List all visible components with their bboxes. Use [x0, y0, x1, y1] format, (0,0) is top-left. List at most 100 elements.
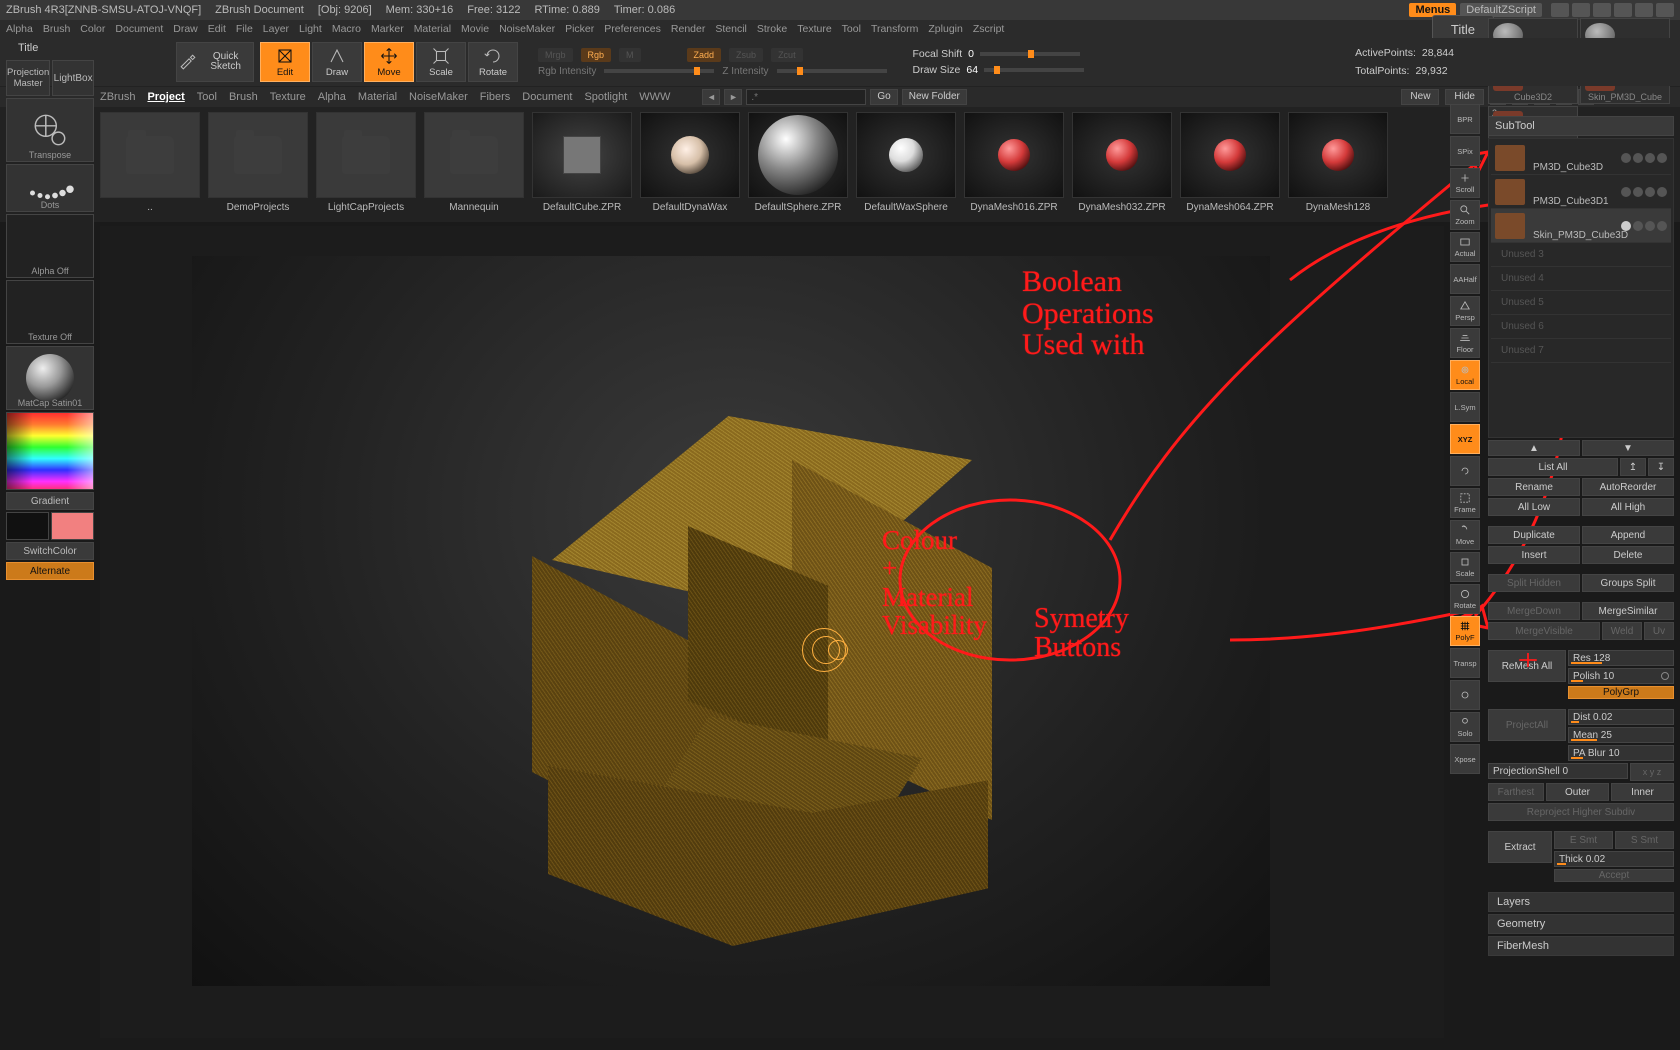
rgb-intensity-slider[interactable]: [604, 69, 714, 73]
rgb-toggle[interactable]: Rgb: [581, 48, 612, 62]
list-all-button[interactable]: List All: [1488, 458, 1618, 476]
nav-spotlight[interactable]: Spotlight: [584, 91, 627, 103]
menu-stroke[interactable]: Stroke: [757, 23, 787, 35]
color-picker[interactable]: [6, 412, 94, 490]
thumb-mannequin[interactable]: Mannequin: [424, 112, 524, 213]
zcut-toggle[interactable]: Zcut: [771, 48, 803, 62]
maximize-icon[interactable]: [1635, 3, 1653, 17]
nav-project[interactable]: Project: [147, 91, 184, 103]
mergesimilar-button[interactable]: MergeSimilar: [1582, 602, 1674, 620]
autoreorder-button[interactable]: AutoReorder: [1582, 478, 1674, 496]
move-mode-button[interactable]: Move: [364, 42, 414, 82]
rotate-mode-button[interactable]: Rotate: [468, 42, 518, 82]
menu-stencil[interactable]: Stencil: [715, 23, 747, 35]
boolean-int-icon[interactable]: [1657, 153, 1667, 163]
polyframe-button[interactable]: PolyF: [1450, 616, 1480, 646]
menu-brush[interactable]: Brush: [43, 23, 70, 35]
texture-tile[interactable]: Texture Off: [6, 280, 94, 344]
menu-zscript[interactable]: Zscript: [973, 23, 1005, 35]
nav-noisemaker[interactable]: NoiseMaker: [409, 91, 468, 103]
mean-slider[interactable]: Mean 25: [1568, 727, 1674, 743]
menu-preferences[interactable]: Preferences: [604, 23, 661, 35]
m-toggle[interactable]: M: [619, 48, 641, 62]
projection-master-button[interactable]: Projection Master: [6, 60, 50, 96]
lightbox-search-input[interactable]: [746, 89, 866, 105]
menu-color[interactable]: Color: [80, 23, 105, 35]
material-tile[interactable]: MatCap Satin01: [6, 346, 94, 410]
visibility-icon[interactable]: [1621, 221, 1631, 231]
new-folder-button[interactable]: New Folder: [902, 89, 967, 105]
thumb-up[interactable]: ..: [100, 112, 200, 213]
weld-button[interactable]: Weld: [1602, 622, 1642, 640]
menu-render[interactable]: Render: [671, 23, 705, 35]
scroll-button[interactable]: Scroll: [1450, 168, 1480, 198]
spix-button[interactable]: SPix: [1450, 136, 1480, 166]
boolean-add-icon[interactable]: [1633, 187, 1643, 197]
insert-button[interactable]: Insert: [1488, 546, 1580, 564]
e-smt-button[interactable]: E Smt: [1554, 831, 1613, 849]
collapse-icon[interactable]: [1593, 3, 1611, 17]
reproject-button[interactable]: Reproject Higher Subdiv: [1488, 803, 1674, 821]
draw-size-slider[interactable]: [984, 68, 1084, 72]
menu-transform[interactable]: Transform: [871, 23, 918, 35]
menu-zplugin[interactable]: Zplugin: [928, 23, 962, 35]
minimize-icon[interactable]: [1614, 3, 1632, 17]
actual-button[interactable]: Actual: [1450, 232, 1480, 262]
boolean-start-icon[interactable]: [1621, 187, 1631, 197]
scale-view-button[interactable]: Scale: [1450, 552, 1480, 582]
subtool-down-icon[interactable]: ▼: [1582, 440, 1674, 456]
projectall-button[interactable]: ProjectAll: [1488, 709, 1566, 741]
menu-material[interactable]: Material: [414, 23, 451, 35]
nav-tool[interactable]: Tool: [197, 91, 217, 103]
subtool-item-2[interactable]: Skin_PM3D_Cube3D: [1491, 209, 1671, 243]
menu-light[interactable]: Light: [299, 23, 322, 35]
subtool-list[interactable]: PM3D_Cube3D PM3D_Cube3D1 Skin_PM3D_Cube3…: [1488, 138, 1674, 438]
thumb-dynamesh128[interactable]: DynaMesh128: [1288, 112, 1388, 213]
secondary-color-swatch[interactable]: [6, 512, 49, 540]
nav-zbrush[interactable]: ZBrush: [100, 91, 135, 103]
duplicate-button[interactable]: Duplicate: [1488, 526, 1580, 544]
boolean-sub-icon[interactable]: [1645, 221, 1655, 231]
projection-xyz[interactable]: x y z: [1630, 763, 1674, 781]
local-button[interactable]: Local: [1450, 360, 1480, 390]
outer-button[interactable]: Outer: [1546, 783, 1609, 801]
boolean-sub-icon[interactable]: [1645, 153, 1655, 163]
rename-button[interactable]: Rename: [1488, 478, 1580, 496]
scale-mode-button[interactable]: Scale: [416, 42, 466, 82]
thumb-lightcapprojects[interactable]: LightCapProjects: [316, 112, 416, 213]
thumb-demoprojects[interactable]: DemoProjects: [208, 112, 308, 213]
frame-button[interactable]: Frame: [1450, 488, 1480, 518]
res-slider[interactable]: Res 128: [1568, 650, 1674, 666]
lightbox-button[interactable]: LightBox: [52, 60, 94, 96]
layers-accordion[interactable]: Layers: [1488, 892, 1674, 912]
zsub-toggle[interactable]: Zsub: [729, 48, 763, 62]
nav-www[interactable]: WWW: [639, 91, 670, 103]
farthest-button[interactable]: Farthest: [1488, 783, 1544, 801]
thumb-defaultdynawax[interactable]: DefaultDynaWax: [640, 112, 740, 213]
quick-sketch-button[interactable]: Quick Sketch: [176, 42, 254, 82]
polygrp-button[interactable]: PolyGrp: [1568, 686, 1674, 699]
menu-edit[interactable]: Edit: [208, 23, 226, 35]
remesh-all-button[interactable]: ReMesh All: [1488, 650, 1566, 682]
edit-mode-button[interactable]: Edit: [260, 42, 310, 82]
thick-slider[interactable]: Thick 0.02: [1554, 851, 1674, 867]
draw-mode-button[interactable]: Draw: [312, 42, 362, 82]
remesh-symmetry-icon[interactable]: [1519, 653, 1537, 667]
menu-alpha[interactable]: Alpha: [6, 23, 33, 35]
stroke-dots-tile[interactable]: Dots: [6, 164, 94, 212]
nav-alpha[interactable]: Alpha: [318, 91, 346, 103]
xpose-button[interactable]: Xpose: [1450, 744, 1480, 774]
all-low-button[interactable]: All Low: [1488, 498, 1580, 516]
projection-shell-slider[interactable]: ProjectionShell 0: [1488, 763, 1628, 779]
gradient-toggle[interactable]: Gradient: [6, 492, 94, 510]
groups-split-button[interactable]: Groups Split: [1582, 574, 1674, 592]
thumb-defaultcube[interactable]: DefaultCube.ZPR: [532, 112, 632, 213]
transpose-brush-tile[interactable]: Transpose: [6, 98, 94, 162]
transp-button[interactable]: Transp: [1450, 648, 1480, 678]
boolean-int-icon[interactable]: [1657, 187, 1667, 197]
nav-material[interactable]: Material: [358, 91, 397, 103]
win-next-icon[interactable]: [1572, 3, 1590, 17]
boolean-sub-icon[interactable]: [1645, 187, 1655, 197]
rot90-button[interactable]: [1450, 456, 1480, 486]
zoom-button[interactable]: Zoom: [1450, 200, 1480, 230]
